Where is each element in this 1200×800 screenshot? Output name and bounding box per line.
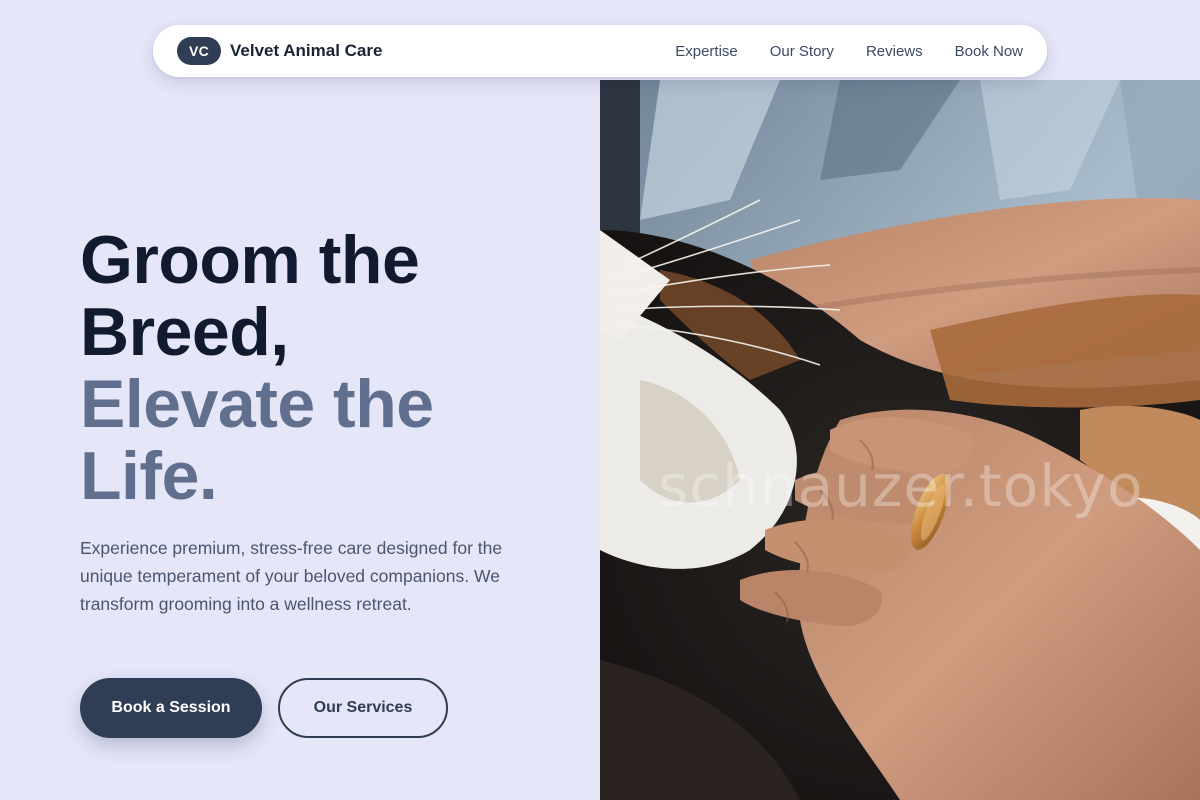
hero-title-line: Breed, — [80, 294, 289, 370]
brand-badge: VC — [177, 37, 221, 65]
nav-link-expertise[interactable]: Expertise — [675, 43, 738, 60]
navbar: VC Velvet Animal Care Expertise Our Stor… — [153, 25, 1047, 77]
brand-logo-link[interactable]: VC Velvet Animal Care — [177, 37, 382, 65]
hero-title-line: Groom the — [80, 222, 420, 298]
nav-link-our-story[interactable]: Our Story — [770, 43, 834, 60]
hero-description: Experience premium, stress-free care des… — [80, 538, 503, 614]
hero-title-line-accent: Elevate the — [80, 366, 434, 442]
cat-photo-illustration — [600, 80, 1200, 800]
book-session-button[interactable]: Book a Session — [80, 678, 262, 738]
hero-buttons: Book a Session Our Services — [80, 678, 448, 738]
our-services-button[interactable]: Our Services — [278, 678, 448, 738]
nav-links: Expertise Our Story Reviews Book Now — [675, 43, 1023, 60]
nav-link-reviews[interactable]: Reviews — [866, 43, 923, 60]
nav-link-book-now[interactable]: Book Now — [955, 43, 1023, 60]
hero-content: Groom the Breed, Elevate the Life. Exper… — [80, 224, 560, 618]
hero-title: Groom the Breed, Elevate the Life. — [80, 224, 560, 512]
image-watermark: schnauzer.tokyo — [658, 452, 1144, 520]
brand-name: Velvet Animal Care — [230, 41, 383, 60]
hero-title-line-accent: Life. — [80, 438, 218, 514]
hero-cat-photo: schnauzer.tokyo — [600, 80, 1200, 800]
